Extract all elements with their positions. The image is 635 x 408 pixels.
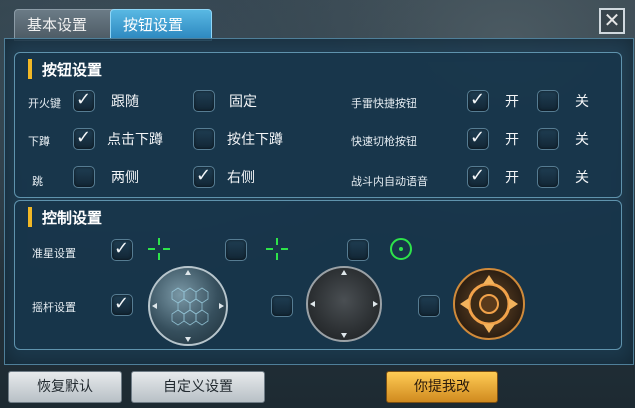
option-grenade-off: 关	[575, 94, 589, 110]
checkbox-jump-right[interactable]: ✓	[193, 165, 215, 188]
option-auto-voice-on: 开	[505, 170, 519, 186]
checkbox-fire-fixed[interactable]	[193, 90, 215, 112]
joystick-style-dark-icon	[306, 266, 382, 342]
label-crouch: 下蹲	[28, 135, 50, 148]
check-icon: ✓	[470, 89, 486, 110]
option-jump-both: 两侧	[111, 170, 139, 186]
checkbox-crosshair-3[interactable]	[347, 239, 369, 261]
customize-button[interactable]: 自定义设置	[131, 371, 265, 403]
checkbox-jump-both[interactable]	[73, 166, 95, 188]
tab-basic-settings[interactable]: 基本设置	[14, 9, 118, 41]
checkbox-joystick-2[interactable]	[271, 295, 293, 317]
option-jump-right: 右侧	[227, 170, 255, 186]
checkbox-crosshair-1[interactable]: ✓	[111, 238, 133, 261]
option-quick-switch-on: 开	[505, 132, 519, 148]
restore-default-button[interactable]: 恢复默认	[8, 371, 122, 403]
checkbox-auto-voice-off[interactable]	[537, 166, 559, 188]
tab-button-settings[interactable]: 按钮设置	[110, 9, 212, 41]
close-button[interactable]: ✕	[599, 8, 625, 34]
button-settings-panel: 按钮设置 开火键 ✓ 跟随 固定 下蹲 ✓ 点击下蹲 按住下蹲 跳 两侧 ✓ 右…	[14, 52, 622, 198]
checkbox-auto-voice-on[interactable]: ✓	[467, 165, 489, 188]
checkbox-crosshair-2[interactable]	[225, 239, 247, 261]
check-icon: ✓	[470, 165, 486, 186]
section-title-button-settings: 按钮设置	[28, 59, 102, 79]
option-follow: 跟随	[111, 94, 139, 110]
joystick-style-gold-icon	[453, 268, 525, 340]
check-icon: ✓	[76, 127, 92, 148]
checkbox-grenade-off[interactable]	[537, 90, 559, 112]
option-quick-switch-off: 关	[575, 132, 589, 148]
label-joystick-settings: 摇杆设置	[32, 301, 76, 314]
checkbox-quick-switch-off[interactable]	[537, 128, 559, 150]
checkbox-crouch-click[interactable]: ✓	[73, 127, 95, 150]
option-auto-voice-off: 关	[575, 170, 589, 186]
crosshair-cross-icon	[147, 237, 171, 261]
checkbox-fire-follow[interactable]: ✓	[73, 89, 95, 112]
option-crouch-click: 点击下蹲	[107, 132, 163, 148]
label-fire-key: 开火键	[28, 97, 61, 110]
section-title-control-settings: 控制设置	[28, 207, 102, 227]
checkbox-joystick-1[interactable]: ✓	[111, 293, 133, 316]
close-icon: ✕	[603, 8, 621, 32]
option-crouch-hold: 按住下蹲	[227, 132, 283, 148]
check-icon: ✓	[196, 165, 212, 186]
suggest-button[interactable]: 你提我改	[386, 371, 498, 403]
option-grenade-on: 开	[505, 94, 519, 110]
check-icon: ✓	[470, 127, 486, 148]
checkbox-quick-switch-on[interactable]: ✓	[467, 127, 489, 150]
checkbox-joystick-3[interactable]	[418, 295, 440, 317]
checkbox-crouch-hold[interactable]	[193, 128, 215, 150]
label-grenade: 手雷快捷按钮	[351, 97, 417, 110]
label-jump: 跳	[32, 175, 43, 188]
crosshair-dot-circle-icon	[389, 237, 413, 261]
joystick-style-hex-icon	[148, 266, 228, 346]
option-fixed: 固定	[229, 94, 257, 110]
check-icon: ✓	[114, 238, 130, 259]
label-crosshair-settings: 准星设置	[32, 247, 76, 260]
label-quick-switch: 快速切枪按钮	[351, 135, 417, 148]
label-auto-voice: 战斗内自动语音	[351, 175, 428, 188]
checkbox-grenade-on[interactable]: ✓	[467, 89, 489, 112]
check-icon: ✓	[76, 89, 92, 110]
check-icon: ✓	[114, 293, 130, 314]
crosshair-cross-icon	[265, 237, 289, 261]
